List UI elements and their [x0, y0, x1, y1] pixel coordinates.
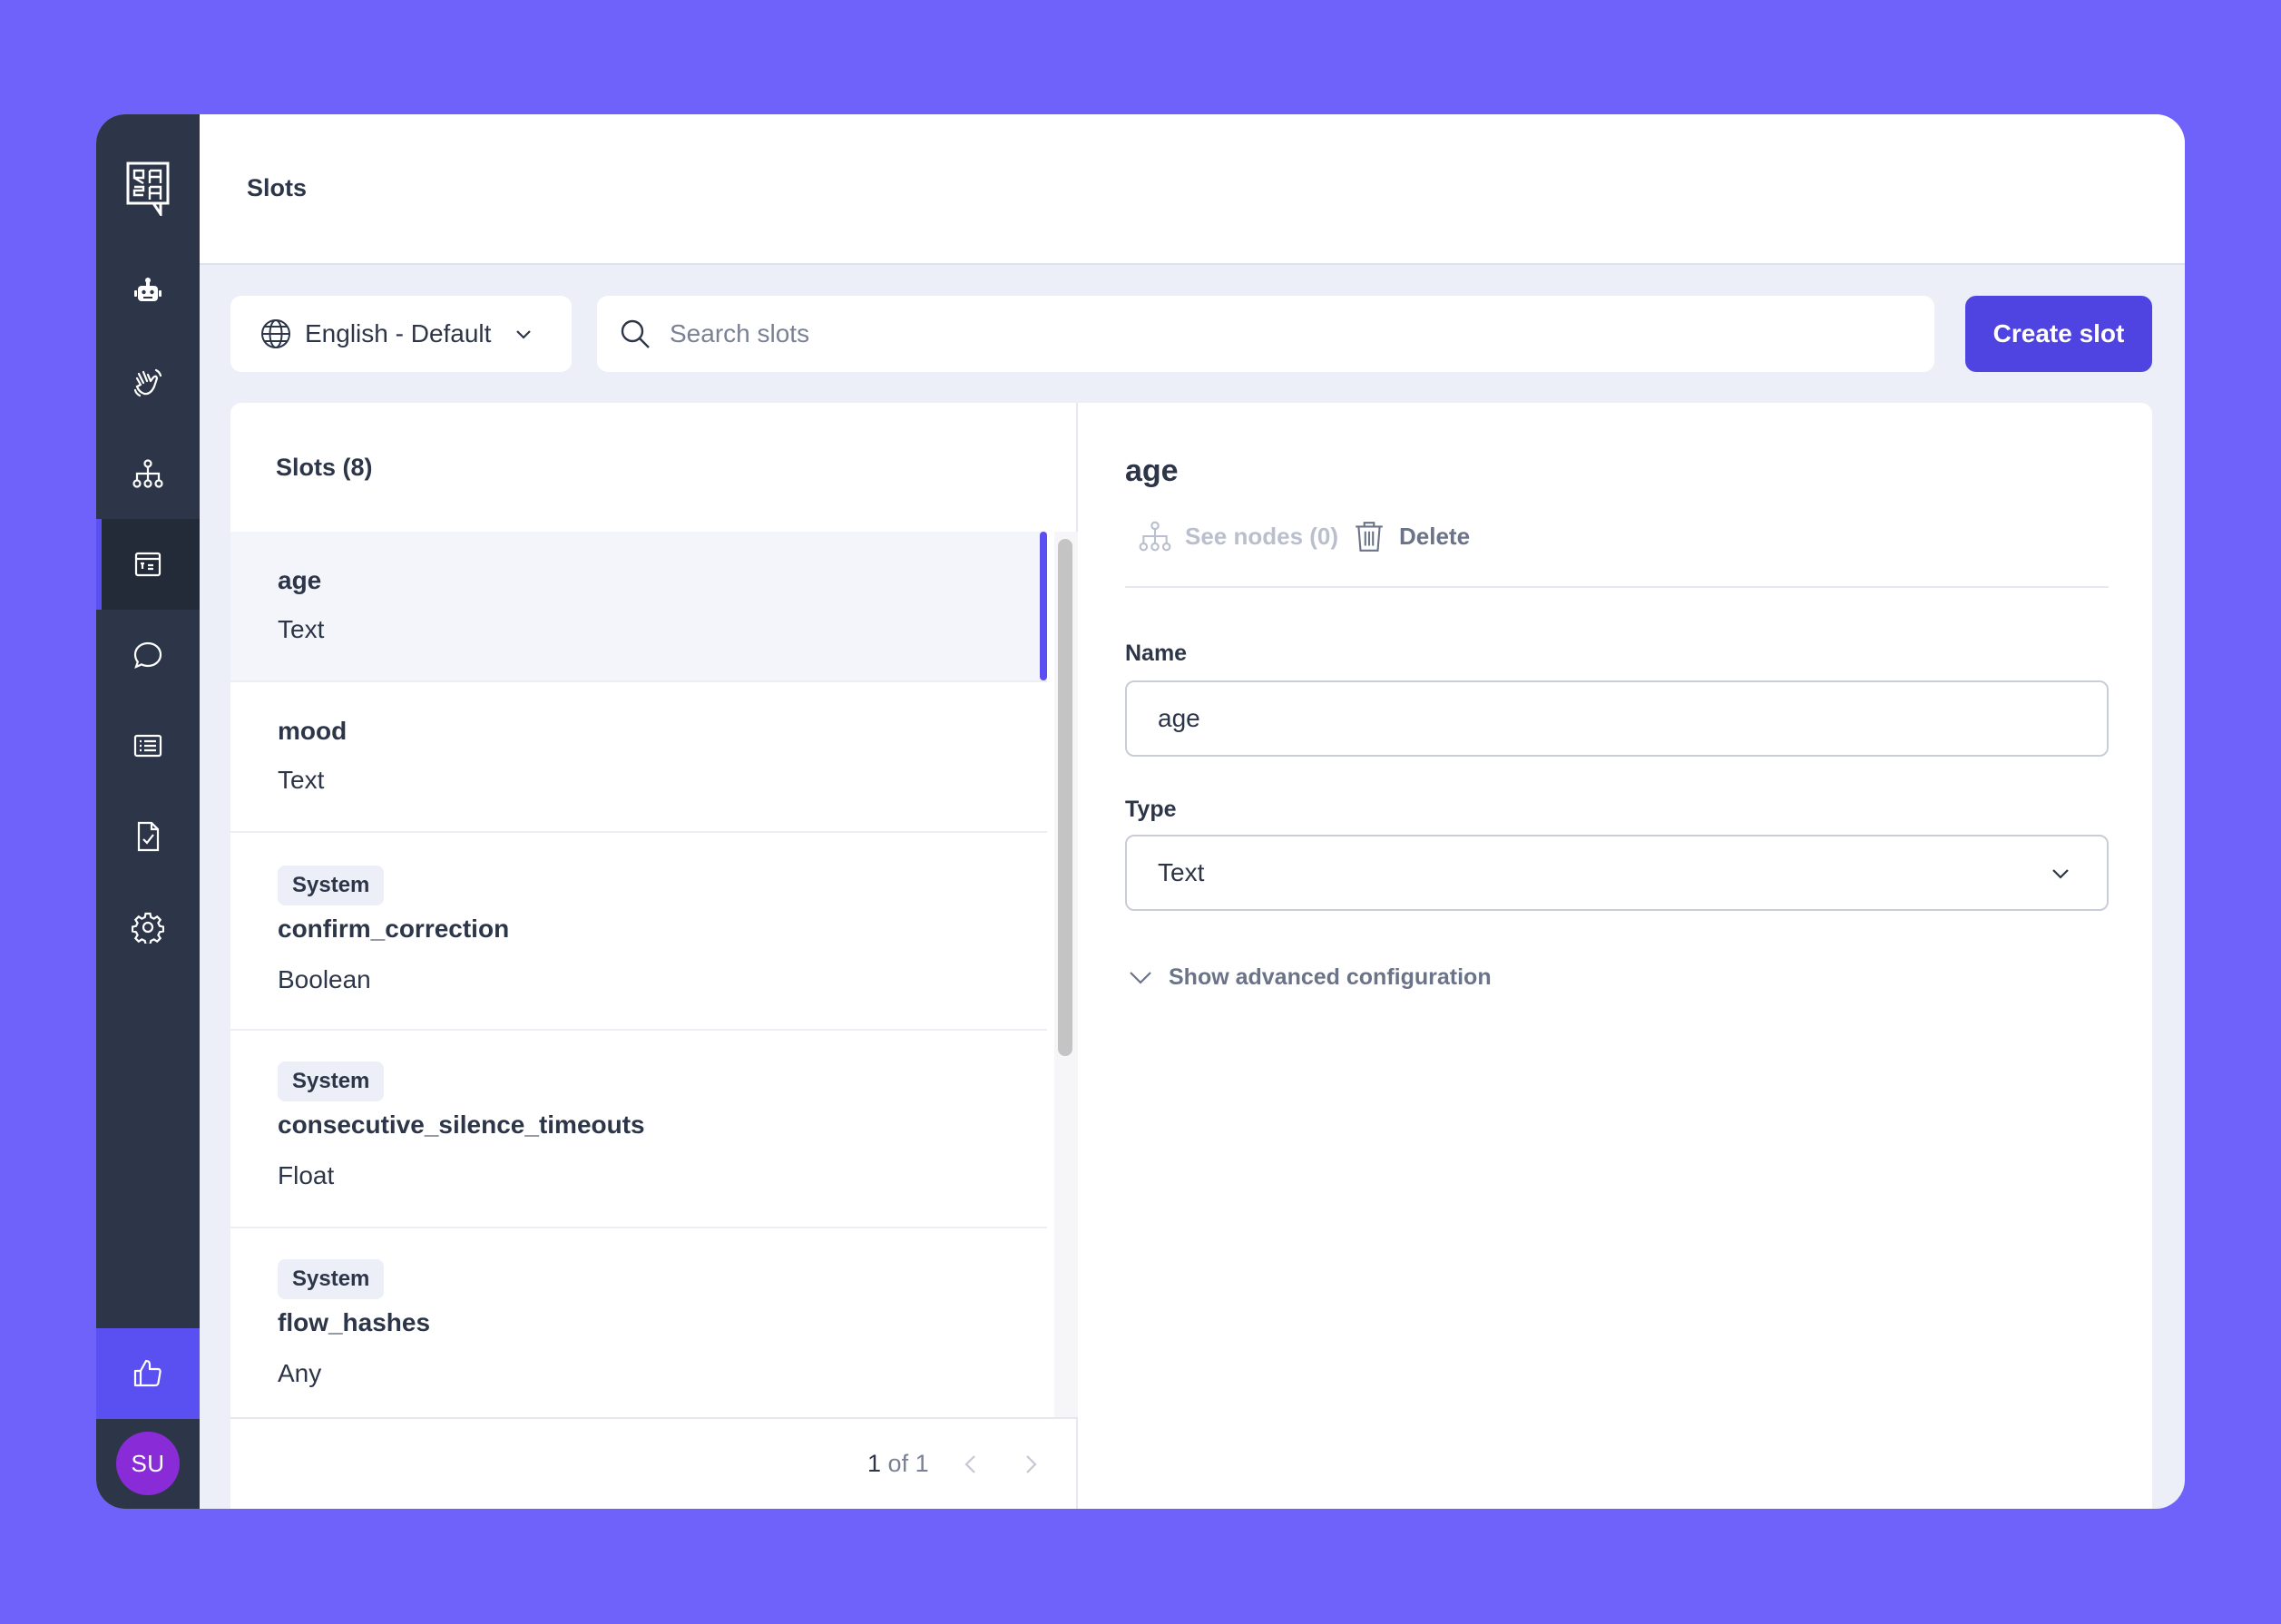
language-select[interactable]: English - Default: [230, 296, 572, 372]
gear-icon: [132, 912, 164, 944]
flow-tree-icon: [1139, 521, 1171, 552]
hand-wave-icon: [133, 368, 162, 397]
slot-type: Boolean: [278, 965, 371, 993]
sidebar: SU: [96, 114, 200, 1509]
name-field: [1125, 680, 2109, 757]
chevron-down-icon: [1130, 972, 1151, 984]
slot-list-item-age[interactable]: age Text: [230, 532, 1047, 682]
slot-list-item-confirm-correction[interactable]: System confirm_correction Boolean: [230, 833, 1047, 1031]
system-badge: System: [278, 1259, 385, 1299]
slot-type: Any: [278, 1359, 322, 1387]
slot-list-title: Slots (8): [276, 454, 373, 481]
top-bar: Slots: [200, 114, 2185, 265]
slot-type: Text: [278, 615, 325, 643]
slot-name: confirm_correction: [278, 915, 510, 943]
chevron-down-icon: [516, 330, 532, 339]
rasa-logo-icon: [126, 161, 170, 216]
delete-button[interactable]: Delete: [1352, 519, 1470, 553]
language-label: English - Default: [305, 319, 492, 347]
nav-responses[interactable]: [96, 700, 200, 791]
search-input[interactable]: [670, 319, 1849, 348]
slot-list-item-consecutive-silence-timeouts[interactable]: System consecutive_silence_timeouts Floa…: [230, 1031, 1047, 1228]
search-icon: [621, 319, 650, 348]
slot-list-item-mood[interactable]: mood Text: [230, 682, 1047, 833]
type-field-label: Type: [1125, 797, 1177, 822]
slot-list: age Text mood Text System confirm_correc…: [230, 532, 1078, 1417]
pagination: 1 of 1: [230, 1417, 1076, 1509]
slots-icon: [134, 552, 162, 577]
name-input[interactable]: [1158, 704, 2065, 733]
nav-settings[interactable]: [96, 882, 200, 973]
slot-name: flow_hashes: [278, 1308, 431, 1336]
flow-tree-icon: [132, 459, 163, 488]
chat-bubble-icon: [133, 641, 162, 669]
show-advanced-toggle[interactable]: Show advanced configuration: [1125, 962, 1492, 993]
see-nodes-label: See nodes (0): [1185, 522, 1339, 550]
slot-detail-pane: age See nodes (0) Delete Name age Type T…: [1080, 403, 2152, 1509]
slot-list-pane: Slots (8) age Text mood Text System conf…: [230, 403, 1078, 1509]
system-badge: System: [278, 866, 385, 905]
type-select-value: Text: [1158, 858, 1205, 886]
slot-type: Float: [278, 1161, 335, 1189]
globe-icon: [261, 319, 290, 348]
detail-actions: See nodes (0) Delete: [1125, 512, 2109, 588]
bot-icon: [134, 278, 162, 301]
page-title: Slots: [247, 174, 308, 201]
type-select[interactable]: Text: [1125, 835, 2109, 911]
nav-flows[interactable]: [96, 428, 200, 519]
nav-assistant[interactable]: [96, 247, 200, 338]
system-badge: System: [278, 1061, 385, 1101]
page-total: of 1: [887, 1450, 929, 1477]
create-slot-button[interactable]: Create slot: [1965, 296, 2152, 372]
next-page-icon[interactable]: [1016, 1450, 1045, 1479]
slot-type: Text: [278, 766, 325, 794]
search-bar: [597, 296, 1934, 372]
list-icon: [133, 734, 162, 758]
slot-detail-title: age: [1125, 454, 1179, 488]
current-page: 1: [867, 1450, 882, 1477]
delete-label: Delete: [1399, 522, 1471, 550]
pagination-text: 1 of 1: [867, 1450, 929, 1478]
scrollbar-thumb[interactable]: [1058, 539, 1072, 1056]
nav-tests[interactable]: [96, 791, 200, 882]
user-avatar[interactable]: SU: [116, 1432, 180, 1495]
nav-conversations[interactable]: [96, 610, 200, 700]
feedback-button[interactable]: [96, 1328, 200, 1419]
thumbs-up-icon: [133, 1359, 162, 1387]
app-window: SU Slots English - Default Create slot: [96, 114, 2185, 1509]
name-field-label: Name: [1125, 641, 1188, 666]
content-panel: Slots (8) age Text mood Text System conf…: [230, 403, 2152, 1509]
slot-name: mood: [278, 717, 348, 745]
prev-page-icon[interactable]: [956, 1450, 985, 1479]
chevron-down-icon: [2052, 869, 2069, 879]
nav-slots[interactable]: [96, 519, 200, 610]
slot-name: age: [278, 566, 322, 594]
slot-name: consecutive_silence_timeouts: [278, 1110, 645, 1139]
trash-icon: [1356, 522, 1383, 552]
nav-greetings[interactable]: [96, 338, 200, 428]
slot-list-item-flow-hashes[interactable]: System flow_hashes Any: [230, 1228, 1047, 1417]
see-nodes-button[interactable]: See nodes (0): [1138, 519, 1338, 553]
document-check-icon: [137, 821, 160, 852]
main-area: Slots English - Default Create slot: [200, 114, 2185, 1509]
show-advanced-label: Show advanced configuration: [1169, 964, 1492, 990]
